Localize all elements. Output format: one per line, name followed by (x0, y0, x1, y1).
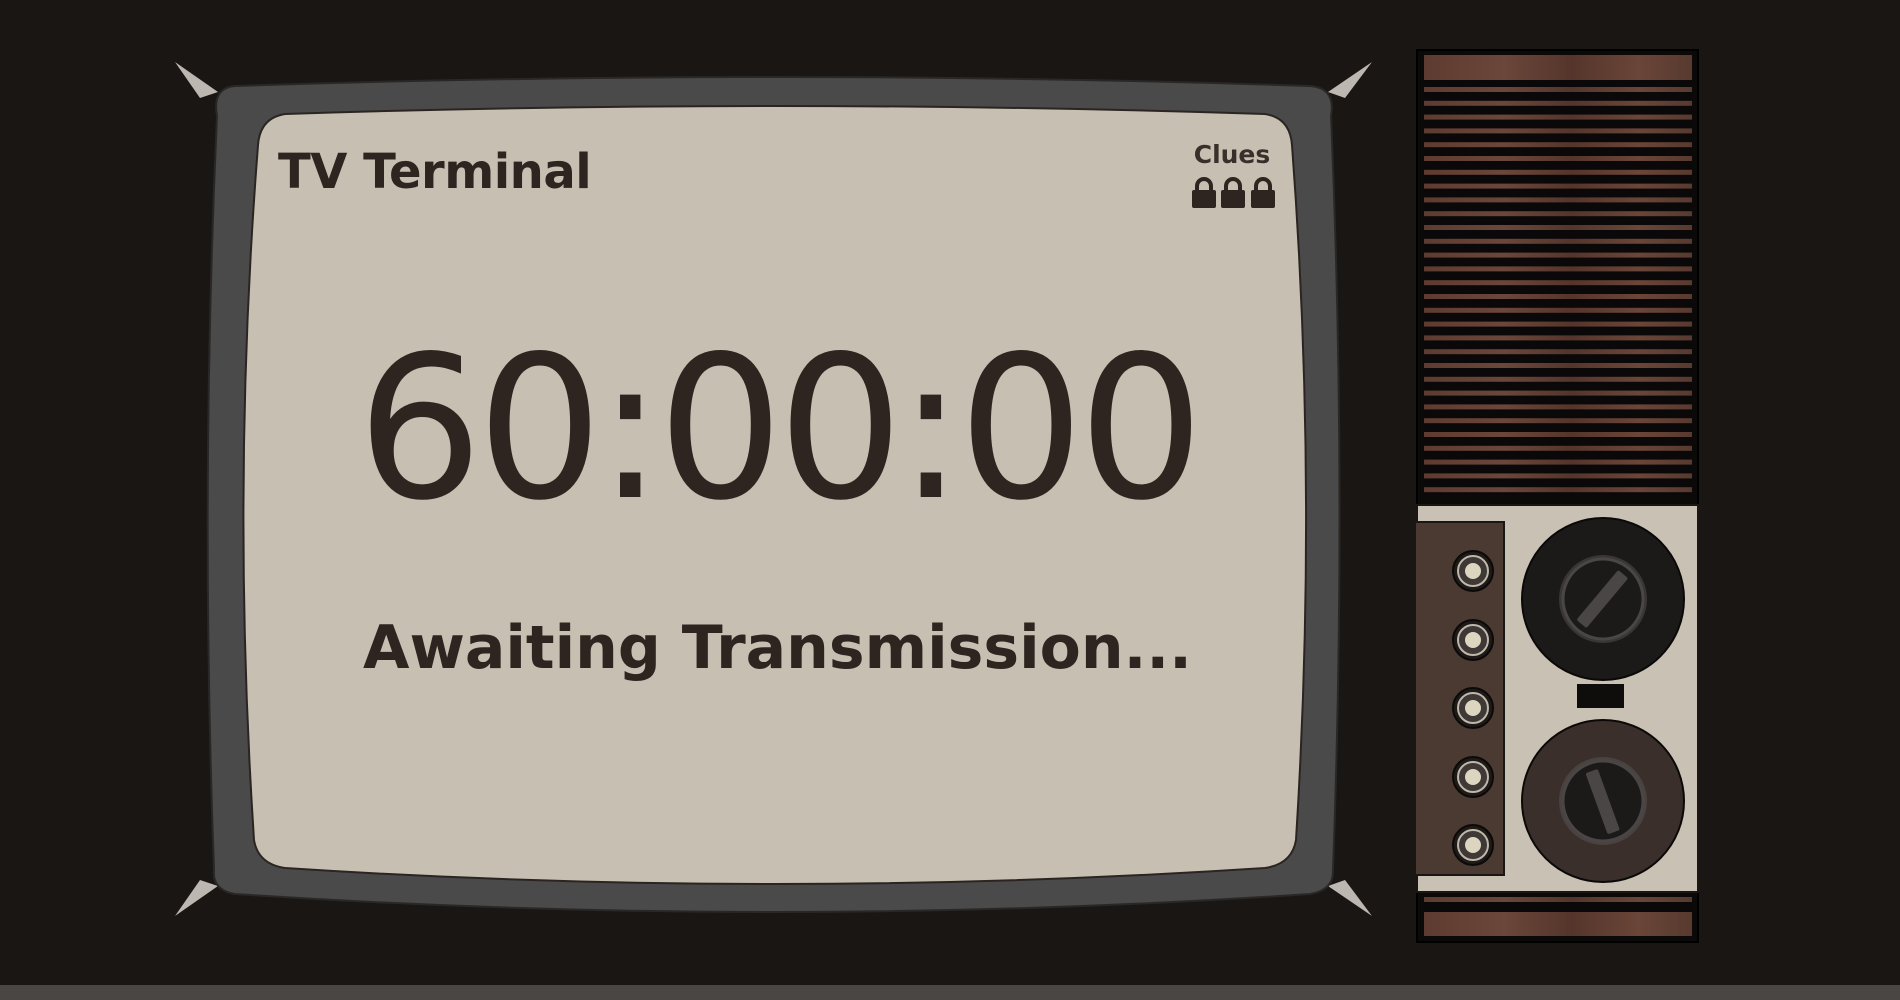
grille-slat (1424, 211, 1692, 217)
grille-slat (1424, 390, 1692, 396)
grille-slat (1424, 335, 1692, 341)
grille-slat (1424, 169, 1692, 175)
grille-slat (1424, 183, 1692, 189)
panel-button[interactable] (1452, 824, 1494, 866)
grille-slat (1424, 418, 1692, 424)
grille-slat (1424, 114, 1692, 120)
grille-slat (1424, 238, 1692, 244)
panel-button[interactable] (1452, 756, 1494, 798)
lock-icon (1221, 177, 1245, 208)
grille-slat (1424, 100, 1692, 106)
grille-slat (1424, 376, 1692, 382)
bottom-bar (0, 985, 1900, 1000)
grille-slat (1424, 87, 1692, 92)
lock-icon (1192, 177, 1216, 208)
indicator-slot (1577, 684, 1624, 708)
grille-slat (1424, 487, 1692, 493)
grille-slat (1424, 349, 1692, 355)
grille-slat (1424, 445, 1692, 451)
grille-slat (1424, 321, 1692, 327)
grille-slat (1424, 459, 1692, 465)
grille-slat (1424, 363, 1692, 368)
grille-slat (1424, 128, 1692, 134)
countdown-timer: 60:00:00 (356, 313, 1204, 544)
grille-slat (1424, 294, 1692, 299)
volume-knob[interactable] (1521, 719, 1685, 883)
grille-slat (1424, 142, 1692, 148)
grille-slat (1424, 473, 1692, 479)
lock-icon (1251, 177, 1275, 208)
panel-button[interactable] (1452, 550, 1494, 592)
grille-slat (1424, 404, 1692, 410)
app-title: TV Terminal (278, 144, 592, 200)
panel-button[interactable] (1452, 619, 1494, 661)
status-message: Awaiting Transmission... (363, 613, 1192, 683)
channel-knob[interactable] (1521, 517, 1685, 681)
grille-slat (1424, 197, 1692, 203)
grille-slat (1424, 156, 1692, 161)
grille-slat (1424, 432, 1692, 437)
grille-slat (1424, 280, 1692, 286)
clues-label: Clues (1193, 140, 1271, 169)
grille-slat (1424, 266, 1692, 272)
grille-slat (1424, 225, 1692, 230)
panel-button[interactable] (1452, 687, 1494, 729)
grille-slat (1424, 252, 1692, 258)
grille-slat (1424, 307, 1692, 313)
speaker-grille (1424, 55, 1692, 495)
